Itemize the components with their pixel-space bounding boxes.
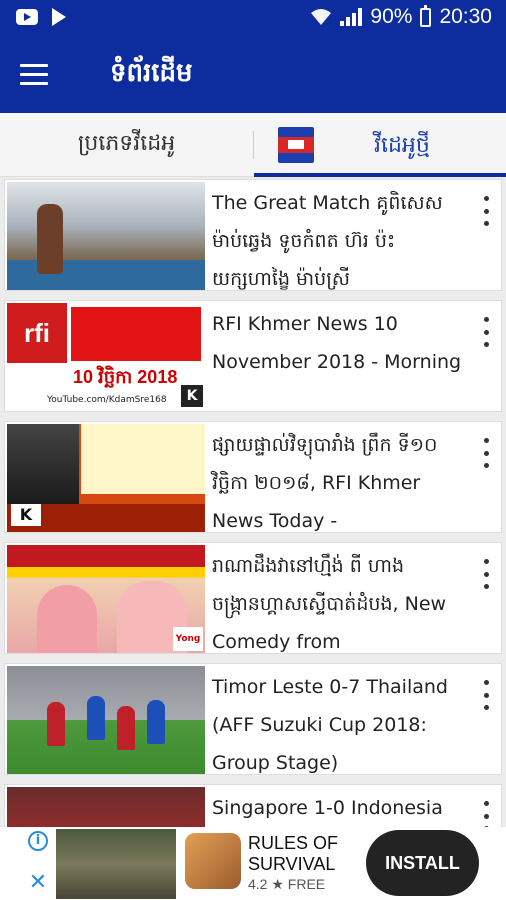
video-title: Singapore 1-0 Indonesia — [212, 797, 443, 819]
video-title: The Great Match គូពិសេស ម៉ាប់ឆ្វេង ទូចកំ… — [212, 192, 443, 290]
more-options-icon[interactable] — [481, 317, 491, 347]
rfi-logo: rfi — [7, 303, 67, 363]
battery-icon — [420, 4, 432, 27]
video-list[interactable]: The Great Match គូពិសេស ម៉ាប់ឆ្វេង ទូចកំ… — [0, 177, 506, 827]
more-options-icon[interactable] — [481, 196, 491, 226]
list-item[interactable]: Timor Leste 0-7 Thailand (AFF Suzuki Cup… — [4, 663, 502, 775]
clock: 20:30 — [439, 5, 492, 28]
ad-app-icon[interactable] — [185, 833, 241, 889]
video-title: រាណាដឹងវានៅហ្មឹង់ ពី ហាង ចង្រ្កានហ្គាសស្… — [212, 555, 447, 653]
video-thumbnail[interactable] — [7, 182, 205, 290]
battery-percent: 90% — [370, 5, 413, 28]
video-title: RFI Khmer News 10 November 2018 - Mornin… — [212, 313, 462, 373]
thumbnail-date: 10 វិច្ឆិកា 2018 — [73, 367, 178, 387]
channel-badge: K — [181, 385, 203, 407]
more-options-icon[interactable] — [481, 680, 491, 710]
signal-icon — [340, 8, 363, 26]
hamburger-menu-icon[interactable] — [20, 64, 48, 86]
ad-close-icon[interactable]: ✕ — [28, 872, 48, 894]
video-thumbnail[interactable]: rfi 10 វិច្ឆិកា 2018 YouTube.com/KdamSre… — [7, 303, 205, 411]
play-store-icon — [52, 8, 66, 26]
video-thumbnail[interactable] — [7, 787, 205, 827]
list-item[interactable]: rfi 10 វិច្ឆិកា 2018 YouTube.com/KdamSre… — [4, 300, 502, 412]
thumbnail-channel: YouTube.com/KdamSre168 — [47, 395, 167, 405]
list-item[interactable]: The Great Match គូពិសេស ម៉ាប់ឆ្វេង ទូចកំ… — [4, 179, 502, 291]
app-bar: ទំព័រដើម — [0, 36, 506, 113]
video-thumbnail[interactable]: Yong — [7, 545, 205, 653]
ad-rating: 4.2 ★ FREE — [248, 876, 326, 892]
page-title: ទំព័រដើម — [110, 58, 193, 88]
list-item[interactable]: Singapore 1-0 Indonesia — [4, 784, 502, 827]
youtube-icon — [16, 9, 38, 25]
wifi-icon — [311, 9, 332, 25]
tab-categories[interactable]: ប្រភេទវីដេអូ — [0, 113, 253, 177]
tab-bar: ប្រភេទវីដេអូ វីដេអូថ្មី — [0, 113, 506, 177]
more-options-icon[interactable] — [481, 801, 491, 827]
ad-screenshot[interactable] — [56, 829, 176, 899]
channel-badge: Yong — [173, 627, 203, 651]
more-options-icon[interactable] — [481, 559, 491, 589]
video-thumbnail[interactable] — [7, 666, 205, 774]
channel-badge: K — [11, 504, 41, 526]
tab-new-videos[interactable]: វីដេអូថ្មី — [254, 113, 506, 177]
ad-app-name: RULES OF SURVIVAL — [248, 833, 339, 874]
list-item[interactable]: K ផ្សាយផ្ទាល់វិទ្យុបារាំង ព្រឹក ទី១០ វិច… — [4, 421, 502, 533]
tab-new-videos-label: វីដេអូថ្មី — [374, 133, 430, 158]
video-title: ផ្សាយផ្ទាល់វិទ្យុបារាំង ព្រឹក ទី១០ វិច្ឆ… — [212, 434, 438, 532]
status-bar: 90% 20:30 — [0, 0, 506, 36]
video-title: Timor Leste 0-7 Thailand (AFF Suzuki Cup… — [212, 676, 448, 774]
ad-info-icon[interactable]: i — [28, 831, 48, 851]
list-item[interactable]: Yong រាណាដឹងវានៅហ្មឹង់ ពី ហាង ចង្រ្កានហ្… — [4, 542, 502, 654]
cambodia-flag-icon — [278, 127, 314, 163]
tab-categories-label: ប្រភេទវីដេអូ — [77, 131, 176, 156]
video-thumbnail[interactable]: K — [7, 424, 205, 532]
install-button[interactable]: INSTALL — [366, 830, 479, 896]
more-options-icon[interactable] — [481, 438, 491, 468]
ad-banner[interactable]: i ✕ RULES OF SURVIVAL 4.2 ★ FREE INSTALL — [0, 827, 506, 900]
